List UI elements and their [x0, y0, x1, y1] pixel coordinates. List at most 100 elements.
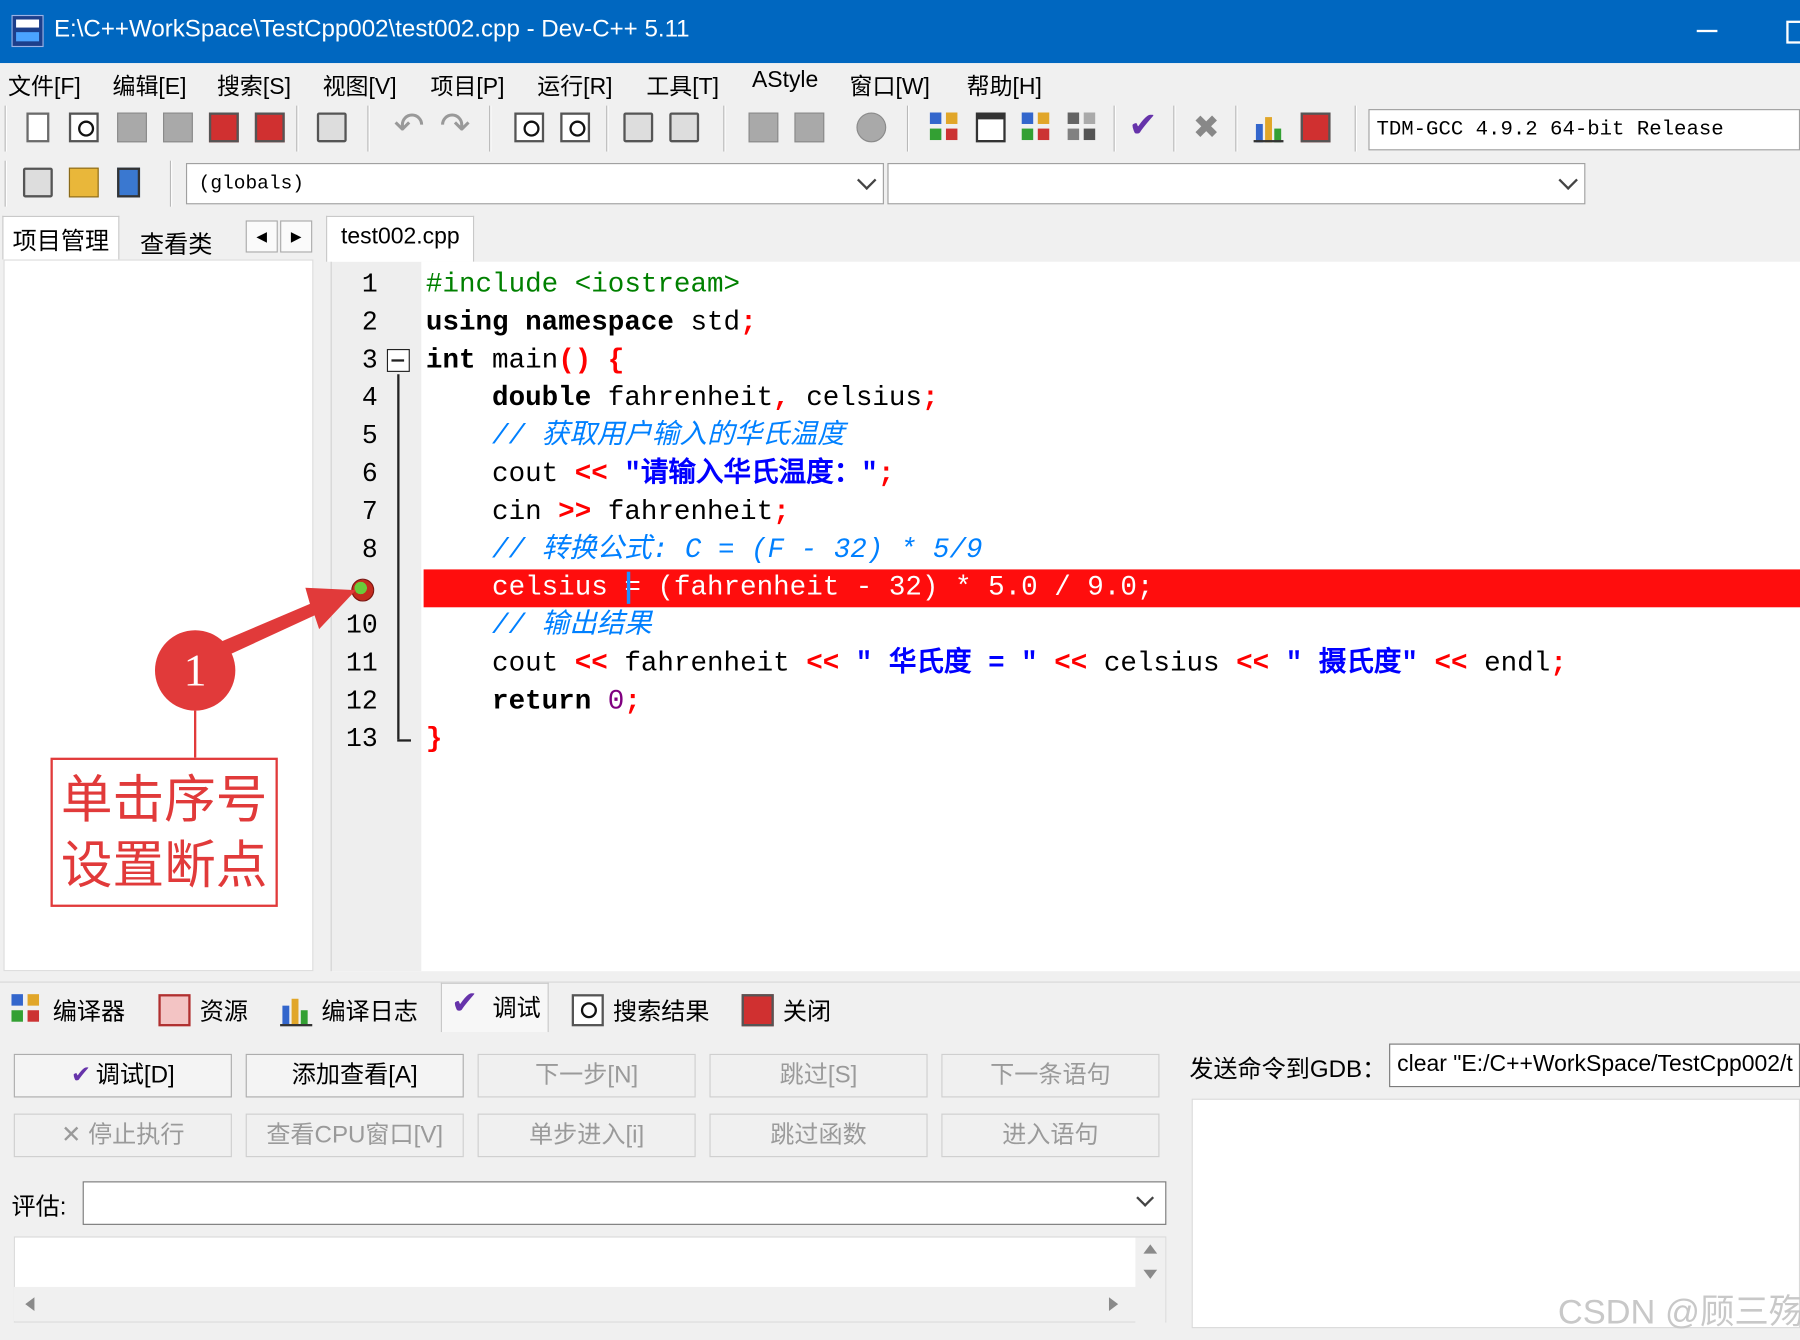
tab-scroll-left-icon[interactable]: ◀ — [245, 220, 278, 253]
bookmark-icon[interactable] — [794, 112, 825, 143]
scope-combo[interactable]: (globals) — [185, 163, 884, 205]
scroll-up-icon[interactable] — [1143, 1244, 1158, 1254]
toolbar-separator — [1235, 105, 1238, 152]
remove-file-icon[interactable] — [117, 167, 141, 198]
compile-run-icon[interactable] — [1021, 112, 1052, 143]
evaluate-input[interactable] — [82, 1181, 1167, 1225]
line-number[interactable]: 4 — [332, 380, 378, 418]
skip-function-button[interactable]: 跳过函数 — [709, 1113, 928, 1158]
line-number[interactable]: 8 — [332, 532, 378, 570]
menu-window[interactable]: 窗口[W] — [850, 68, 930, 101]
stop-execution-button[interactable]: ✕ 停止执行 — [13, 1113, 232, 1158]
add-file-icon[interactable] — [68, 167, 99, 198]
find-icon[interactable] — [514, 112, 545, 143]
token-punct: { — [591, 345, 625, 377]
indent-icon[interactable] — [623, 112, 654, 143]
menu-edit[interactable]: 编辑[E] — [113, 68, 187, 101]
step-into-button[interactable]: 单步进入[i] — [477, 1113, 696, 1158]
left-panel-tabs: 项目管理 查看类 ◀ ▶ — [0, 214, 324, 260]
token-number: 0 — [591, 686, 625, 718]
save-icon[interactable] — [117, 112, 147, 143]
line-number[interactable]: 13 — [332, 721, 378, 759]
new-project-icon[interactable] — [22, 167, 53, 198]
add-watch-button[interactable]: 添加查看[A] — [245, 1053, 464, 1098]
line-number[interactable]: 3 — [332, 342, 378, 380]
redo-icon[interactable] — [440, 103, 471, 147]
unindent-icon[interactable] — [669, 112, 700, 143]
skip-button[interactable]: 跳过[S] — [709, 1053, 928, 1098]
new-file-icon[interactable] — [26, 112, 50, 143]
tab-scroll-right-icon[interactable]: ▶ — [280, 220, 313, 253]
line-number-gutter[interactable]: 1 2 3 4 5 6 7 8 10 11 12 13 — [331, 261, 422, 972]
next-step-button[interactable]: 下一步[N] — [477, 1053, 696, 1098]
devcpp-app-icon[interactable] — [11, 14, 44, 48]
debug-button[interactable]: ✔ 调试[D] — [13, 1053, 232, 1098]
token-punct: () — [558, 345, 592, 377]
chevron-down-icon[interactable] — [1136, 1189, 1155, 1207]
line-number[interactable]: 6 — [332, 456, 378, 494]
toggle-bookmark-icon[interactable] — [856, 112, 887, 143]
open-icon[interactable] — [68, 112, 99, 143]
vertical-scrollbar[interactable] — [1135, 1237, 1166, 1324]
scroll-down-icon[interactable] — [1143, 1269, 1158, 1279]
line-number[interactable]: 12 — [332, 683, 378, 721]
fold-collapse-icon[interactable] — [386, 348, 410, 372]
menu-view[interactable]: 视图[V] — [323, 68, 397, 101]
menu-help[interactable]: 帮助[H] — [967, 68, 1042, 101]
print-icon[interactable] — [316, 112, 347, 143]
horizontal-scrollbar[interactable] — [13, 1286, 1137, 1322]
close-all-icon[interactable] — [254, 112, 285, 143]
minimize-button[interactable] — [1688, 14, 1727, 48]
menu-search[interactable]: 搜索[S] — [217, 68, 291, 101]
line-number[interactable]: 7 — [332, 494, 378, 532]
tab-close[interactable]: 关闭 — [732, 987, 838, 1031]
tab-class-browser[interactable]: 查看类 — [131, 220, 222, 264]
save-all-icon[interactable] — [163, 112, 193, 143]
menu-file[interactable]: 文件[F] — [8, 68, 81, 101]
tab-debug[interactable]: 调试 — [440, 982, 549, 1034]
close-icon[interactable] — [208, 112, 239, 143]
code-editor[interactable]: 1 2 3 4 5 6 7 8 10 11 12 13 #include <io… — [330, 261, 1800, 972]
profile-icon[interactable] — [1253, 112, 1284, 143]
scroll-right-icon[interactable] — [1108, 1297, 1119, 1312]
line-number[interactable]: 1 — [332, 266, 378, 304]
tab-compiler[interactable]: 编译器 — [2, 987, 132, 1031]
toolbar-separator — [1354, 105, 1357, 152]
replace-icon[interactable] — [560, 112, 591, 143]
line-number[interactable]: 11 — [332, 645, 378, 683]
clean-icon[interactable] — [1192, 108, 1222, 146]
token-identifier: fahrenheit — [591, 497, 774, 529]
chevron-down-icon — [856, 170, 877, 190]
line-number[interactable]: 10 — [332, 607, 378, 645]
tab-project-manager[interactable]: 项目管理 — [2, 215, 120, 260]
compile-icon[interactable] — [929, 112, 960, 143]
syntax-check-icon[interactable] — [1128, 106, 1158, 146]
menu-tools[interactable]: 工具[T] — [646, 68, 719, 101]
delete-profile-icon[interactable] — [1300, 112, 1331, 143]
tab-search-results[interactable]: 搜索结果 — [563, 987, 717, 1031]
next-statement-button[interactable]: 下一条语句 — [941, 1053, 1160, 1098]
maximize-button[interactable] — [1779, 14, 1800, 48]
into-statement-button[interactable]: 进入语句 — [941, 1113, 1160, 1158]
breakpoint-icon[interactable] — [351, 578, 375, 602]
bottom-panel-tabs: 编译器 资源 编译日志 调试 搜索结果 关闭 — [0, 981, 1800, 1034]
function-combo[interactable] — [887, 163, 1586, 205]
menu-astyle[interactable]: AStyle — [752, 68, 818, 94]
tab-compile-log[interactable]: 编译日志 — [271, 987, 425, 1031]
menu-run[interactable]: 运行[R] — [537, 68, 612, 101]
line-number[interactable]: 2 — [332, 304, 378, 342]
run-icon[interactable] — [975, 112, 1006, 143]
code-line-4: double fahrenheit, celsius; — [426, 380, 939, 418]
menu-project[interactable]: 项目[P] — [431, 68, 505, 101]
line-number[interactable]: 5 — [332, 418, 378, 456]
goto-icon[interactable] — [748, 112, 779, 143]
tab-test002-cpp[interactable]: test002.cpp — [326, 215, 475, 262]
rebuild-icon[interactable] — [1067, 112, 1098, 143]
scroll-left-icon[interactable] — [25, 1297, 35, 1312]
cpu-window-button[interactable]: 查看CPU窗口[V] — [245, 1113, 464, 1158]
gdb-command-input[interactable]: clear "E:/C++WorkSpace/TestCpp002/t — [1389, 1043, 1800, 1088]
compiler-select[interactable]: TDM-GCC 4.9.2 64-bit Release — [1368, 109, 1800, 151]
tab-resources[interactable]: 资源 — [149, 987, 255, 1031]
undo-icon[interactable] — [394, 103, 425, 147]
